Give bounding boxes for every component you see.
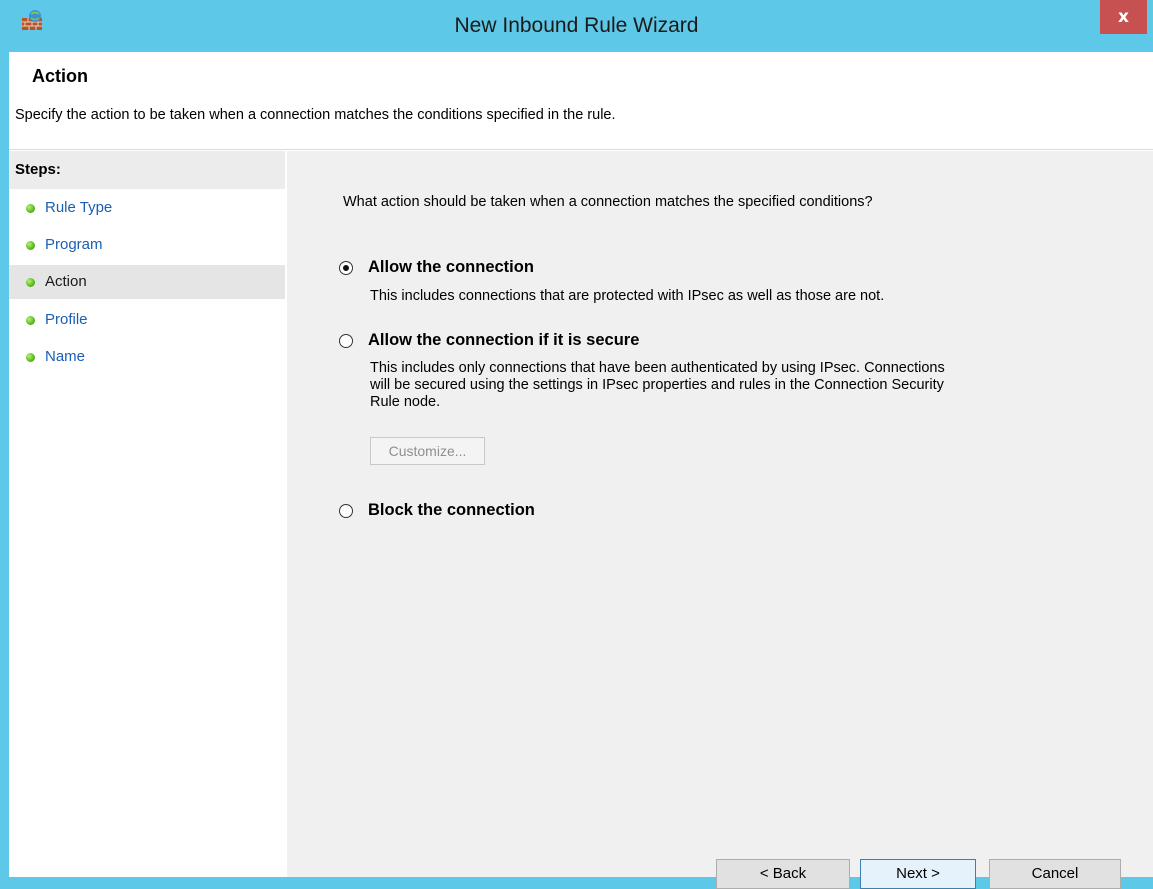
- step-action: Action: [9, 265, 285, 299]
- step-label[interactable]: Name: [45, 348, 85, 365]
- step-rule-type[interactable]: Rule Type: [9, 191, 285, 225]
- content-panel: What action should be taken when a conne…: [287, 151, 1153, 889]
- step-status-icon: [26, 241, 35, 250]
- step-label[interactable]: Rule Type: [45, 199, 112, 216]
- window-title: New Inbound Rule Wizard: [454, 14, 699, 37]
- allow-if-secure-option[interactable]: Allow the connection if it is secure: [339, 331, 639, 350]
- next-button[interactable]: Next >: [860, 859, 976, 889]
- steps-panel: Steps: Rule Type Program Action Profile …: [9, 151, 285, 877]
- step-status-icon: [26, 278, 35, 287]
- block-connection-option[interactable]: Block the connection: [339, 501, 535, 520]
- step-status-icon: [26, 204, 35, 213]
- step-program[interactable]: Program: [9, 228, 285, 262]
- title-bar: New Inbound Rule Wizard x: [0, 0, 1153, 52]
- step-label: Action: [45, 273, 87, 290]
- allow-connection-option[interactable]: Allow the connection: [339, 258, 534, 277]
- page-description: Specify the action to be taken when a co…: [15, 107, 616, 123]
- step-name[interactable]: Name: [9, 340, 285, 374]
- page-title: Action: [32, 66, 88, 86]
- close-button[interactable]: x: [1100, 0, 1147, 34]
- step-profile[interactable]: Profile: [9, 303, 285, 337]
- description-line: Rule node.: [370, 394, 441, 410]
- step-status-icon: [26, 316, 35, 325]
- steps-heading-label: Steps:: [15, 161, 61, 178]
- allow-connection-description: This includes connections that are prote…: [370, 288, 885, 304]
- allow-connection-radio[interactable]: [339, 260, 353, 275]
- wizard-client-area: Action Specify the action to be taken wh…: [9, 52, 1153, 889]
- allow-if-secure-description: This includes only connections that have…: [370, 360, 945, 411]
- allow-if-secure-label[interactable]: Allow the connection if it is secure: [368, 331, 639, 350]
- cancel-button[interactable]: Cancel: [989, 859, 1121, 889]
- back-button[interactable]: < Back: [716, 859, 850, 889]
- allow-connection-label[interactable]: Allow the connection: [368, 258, 534, 277]
- customize-button: Customize...: [370, 437, 485, 465]
- description-line: will be secured using the settings in IP…: [370, 377, 944, 393]
- block-connection-label[interactable]: Block the connection: [368, 501, 535, 520]
- description-line: This includes only connections that have…: [370, 360, 945, 376]
- step-status-icon: [26, 353, 35, 362]
- steps-heading: Steps:: [9, 151, 285, 189]
- action-question: What action should be taken when a conne…: [343, 194, 873, 210]
- header-divider: [9, 149, 1153, 150]
- block-connection-radio[interactable]: [339, 503, 353, 518]
- step-label[interactable]: Profile: [45, 311, 88, 328]
- step-label[interactable]: Program: [45, 236, 103, 253]
- allow-if-secure-radio[interactable]: [339, 333, 353, 348]
